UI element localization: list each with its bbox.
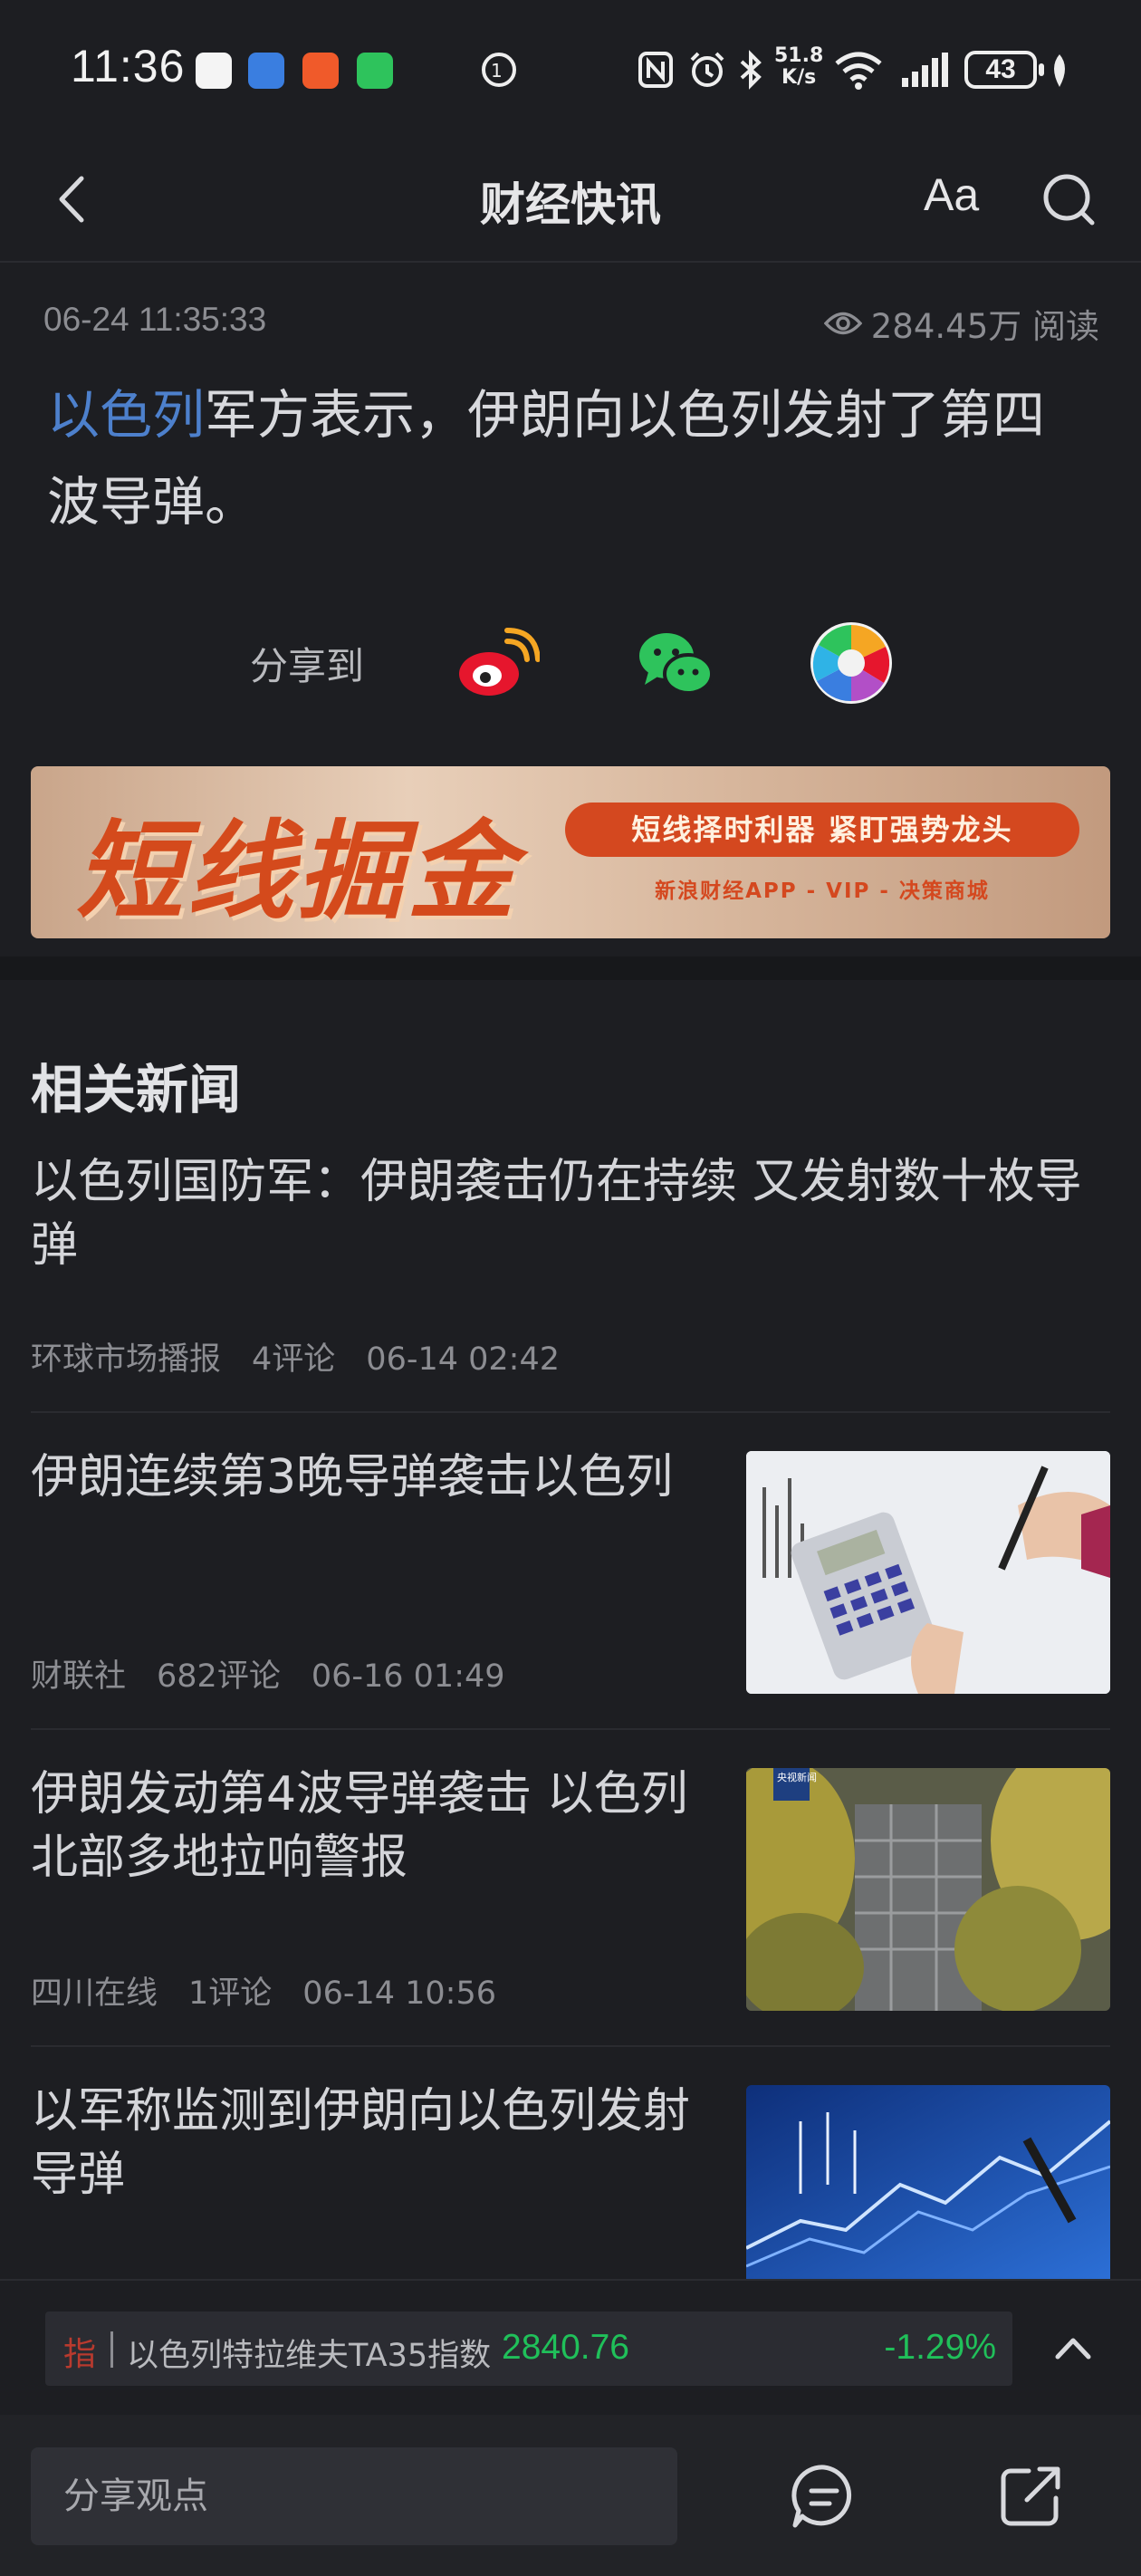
battery-indicator: 43: [964, 51, 1044, 89]
news-comments: 682评论: [157, 1658, 281, 1695]
top-nav-bar: 财经快讯 Aa: [0, 136, 1141, 263]
alarm-icon: [690, 52, 724, 87]
net-speed: 51.8 K/s: [774, 45, 823, 89]
news-meta: 四川在线 1评论 06-14 10:56: [31, 1967, 527, 2014]
news-source: 财联社: [31, 1658, 127, 1695]
street-image: [746, 1768, 1110, 2011]
chevron-up-icon[interactable]: [1050, 2330, 1096, 2366]
share-icon[interactable]: [996, 2462, 1065, 2531]
banner-headline: 短线掘金: [76, 809, 519, 934]
index-name: 以色列特拉维夫TA35指数: [127, 2338, 492, 2374]
news-time: 06-14 02:42: [366, 1341, 560, 1378]
news-comments: 4评论: [252, 1341, 336, 1378]
banner-subline: 新浪财经APP - VIP - 决策商城: [655, 879, 990, 903]
news-thumbnail-calculator: [746, 1451, 1110, 1694]
search-icon[interactable]: [1040, 170, 1098, 228]
net-speed-value: 51.8: [774, 44, 824, 67]
news-title: 伊朗连续第3晚导弹袭击以色列: [31, 1450, 674, 1504]
mobile-app-icon: [196, 53, 232, 89]
news-thumbnail-chart: [746, 2085, 1110, 2279]
status-bar: 11:36 1 51.8 K/s 43: [0, 0, 1141, 136]
index-change: -1.29%: [884, 2328, 996, 2367]
index-tag: 指: [63, 2336, 97, 2373]
share-label: 分享到: [250, 644, 365, 688]
bluetooth-icon: [740, 50, 762, 90]
news-title: 伊朗发动第4波导弹袭击 以色列北部多地拉响警报: [31, 1767, 688, 1885]
ticker-separator: [110, 2331, 113, 2368]
view-count-text: 284.45万 阅读: [870, 307, 1099, 346]
news-time: 06-14 10:56: [302, 1975, 496, 2012]
share-opinion-input[interactable]: [31, 2447, 677, 2545]
leaf-icon: [1054, 54, 1065, 87]
index-ticker[interactable]: 指 以色列特拉维夫TA35指数 2840.76 -1.29%: [45, 2312, 1012, 2386]
signal-icon: [902, 53, 948, 87]
eye-icon: [823, 312, 862, 335]
bottom-action-bar: [0, 2415, 1141, 2576]
news-thumbnail-street: 央视新闻: [746, 1768, 1110, 2011]
comment-icon[interactable]: [790, 2462, 858, 2531]
news-time: 06-16 01:49: [311, 1658, 505, 1695]
news-source: 环球市场播报: [31, 1341, 222, 1378]
article-timestamp: 06-24 11:35:33: [43, 301, 267, 338]
wechat-app-icon: [357, 53, 393, 89]
news-title: 以色列国防军：伊朗袭击仍在持续 又发射数十枚导弹: [31, 1155, 1082, 1273]
news-item[interactable]: 以色列国防军：伊朗袭击仍在持续 又发射数十枚导弹 环球市场播报 4评论 06-14 …: [31, 1150, 1110, 1413]
moments-icon[interactable]: [808, 620, 895, 706]
section-divider: [0, 956, 1141, 980]
news-meta: 财联社 682评论 06-16 01:49: [31, 1650, 536, 1697]
nfc-icon: [638, 52, 673, 88]
index-ticker-bar: 指 以色列特拉维夫TA35指数 2840.76 -1.29%: [0, 2279, 1141, 2415]
sync-icon: 1: [482, 53, 516, 87]
font-size-button[interactable]: Aa: [924, 168, 979, 221]
promo-banner[interactable]: 短线掘金 短线择时利器 紧盯强势龙头 新浪财经APP - VIP - 决策商城: [31, 766, 1110, 938]
related-news-heading: 相关新闻: [31, 1059, 242, 1120]
news-title: 以军称监测到伊朗向以色列发射导弹: [31, 2084, 691, 2202]
news-comments: 1评论: [188, 1975, 273, 2012]
news-item[interactable]: 以军称监测到伊朗向以色列发射导弹: [31, 2047, 1110, 2279]
back-arrow-icon[interactable]: [45, 168, 100, 231]
news-source: 四川在线: [31, 1975, 158, 2012]
weibo-icon[interactable]: [453, 620, 540, 706]
article-body: 以色列军方表示，伊朗向以色列发射了第四波导弹。: [47, 371, 1098, 545]
stock-chart-image: [746, 2085, 1110, 2279]
wechat-icon[interactable]: [632, 620, 719, 706]
svg-text:1: 1: [491, 60, 503, 82]
map-app-icon: [248, 53, 284, 89]
calculator-image: [746, 1451, 1110, 1694]
news-meta: 环球市场播报 4评论 06-14 02:42: [31, 1333, 590, 1379]
index-value: 2840.76: [502, 2328, 629, 2367]
status-time: 11:36: [71, 41, 186, 91]
wifi-icon: [835, 52, 882, 90]
article-keyword-link[interactable]: 以色列: [47, 384, 205, 446]
news-item[interactable]: 伊朗发动第4波导弹袭击 以色列北部多地拉响警报 四川在线 1评论 06-14 10:…: [31, 1730, 1110, 2047]
view-count: 284.45万 阅读: [823, 299, 1099, 348]
send-app-icon: [302, 53, 339, 89]
banner-tagline: 短线择时利器 紧盯强势龙头: [565, 803, 1079, 857]
thumbnail-badge: 央视新闻: [777, 1772, 817, 1783]
net-speed-unit: K/s: [781, 66, 817, 89]
news-item[interactable]: 伊朗连续第3晚导弹袭击以色列 财联社 682评论 06-16 01:49: [31, 1413, 1110, 1730]
